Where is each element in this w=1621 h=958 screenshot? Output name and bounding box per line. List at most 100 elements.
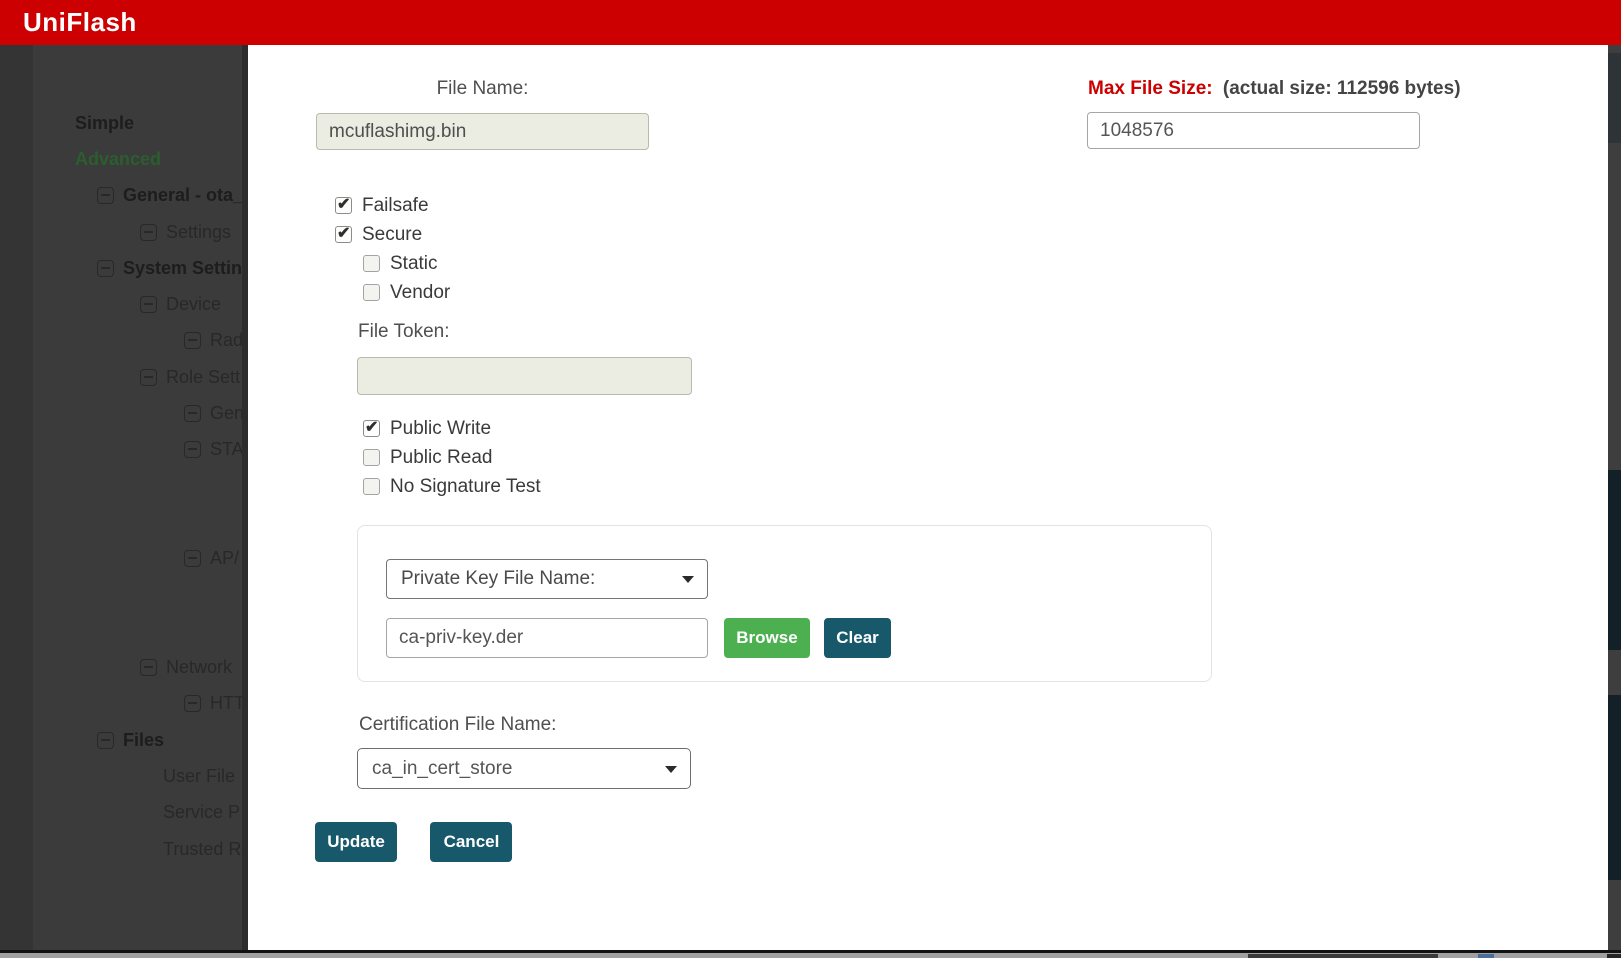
sidebar-item-label: Gen: [210, 403, 245, 424]
checkbox-row[interactable]: No Signature Test: [363, 472, 541, 501]
sidebar-item-label: Settings: [166, 221, 232, 242]
sidebar-item[interactable]: Network: [0, 649, 242, 685]
collapse-minus-icon[interactable]: [140, 659, 157, 677]
checkbox-row[interactable]: Secure: [335, 220, 450, 249]
collapse-minus-icon[interactable]: [97, 731, 114, 749]
max-file-size-group: Max File Size: (actual size: 112596 byte…: [1087, 78, 1507, 149]
checkbox[interactable]: [363, 417, 380, 437]
checkbox[interactable]: [335, 223, 352, 243]
sidebar-item[interactable]: General - ota_: [0, 178, 242, 214]
flags-checkbox-group: Failsafe Secure Static Vendor: [335, 191, 450, 307]
uniflash-app: UniFlash Simple Advanced General - ota_: [0, 0, 1621, 958]
sidebar-item-label: Role Sett: [166, 366, 241, 387]
sidebar-item[interactable]: Gen: [0, 395, 242, 431]
file-token-input: [357, 357, 692, 395]
update-button[interactable]: Update: [315, 822, 397, 862]
browse-button[interactable]: Browse: [724, 618, 810, 658]
checkbox-row[interactable]: Vendor: [363, 278, 450, 307]
dropdown-arrow-icon: [682, 576, 694, 583]
background-right-strip: [1608, 45, 1621, 950]
sidebar-item[interactable]: Files: [0, 722, 242, 758]
sidebar-item-label: Files: [123, 729, 165, 750]
app-stage: Simple Advanced General - ota_ Settings …: [0, 45, 1621, 950]
private-key-file-input[interactable]: [386, 618, 708, 658]
sidebar-item-label: Rad: [210, 330, 244, 351]
checkbox-label: Secure: [362, 223, 423, 245]
checkbox-row[interactable]: Failsafe: [335, 191, 450, 220]
certification-file-select[interactable]: ca_in_cert_store: [357, 748, 691, 789]
cancel-button[interactable]: Cancel: [430, 822, 513, 862]
sidebar-nav: Simple Advanced General - ota_ Settings …: [0, 45, 248, 950]
sidebar-item-label: Simple: [75, 112, 135, 133]
sidebar-item[interactable]: STA: [0, 432, 242, 468]
certification-file-value: ca_in_cert_store: [372, 757, 513, 779]
background-fragment: [1608, 695, 1621, 880]
navigation-tree: Simple Advanced General - ota_ Settings …: [0, 45, 242, 867]
checkbox-label: Failsafe: [362, 194, 429, 216]
checkbox-row[interactable]: Static: [363, 249, 450, 278]
collapse-minus-icon[interactable]: [184, 405, 201, 423]
checkbox[interactable]: [363, 255, 380, 272]
clear-button[interactable]: Clear: [824, 618, 891, 658]
signature-key-section: Private Key File Name: Browse Clear: [357, 525, 1212, 682]
sidebar-item-label: Advanced: [75, 148, 162, 169]
checkbox-row[interactable]: Public Read: [363, 443, 541, 472]
collapse-minus-icon[interactable]: [97, 259, 114, 277]
max-file-size-label: Max File Size:: [1088, 78, 1213, 99]
sidebar-item[interactable]: HTT: [0, 686, 242, 722]
access-checkbox-group: Public Write Public Read No Signature Te…: [363, 414, 541, 501]
file-name-label: File Name:: [436, 78, 529, 99]
sidebar-item[interactable]: Service P: [0, 795, 242, 831]
sidebar-item[interactable]: AP/: [0, 541, 242, 577]
sidebar-item[interactable]: Device: [0, 286, 242, 322]
app-header: UniFlash: [0, 0, 1621, 45]
checkbox[interactable]: [363, 449, 380, 466]
sidebar-item-label: HTT: [210, 693, 245, 714]
collapse-minus-icon[interactable]: [184, 695, 201, 713]
sidebar-item-label: Device: [166, 294, 222, 315]
dropdown-arrow-icon: [665, 765, 677, 773]
collapse-minus-icon[interactable]: [140, 296, 157, 314]
sidebar-item[interactable]: Rad: [0, 323, 242, 359]
certification-file-label: Certification File Name:: [359, 714, 557, 735]
file-token-label: File Token:: [358, 321, 450, 342]
collapse-minus-icon[interactable]: [140, 223, 157, 241]
sidebar-item[interactable]: User File: [0, 758, 242, 794]
file-name-group: File Name:: [316, 78, 649, 150]
sidebar-item[interactable]: Role Sett: [0, 359, 242, 395]
checkbox[interactable]: [363, 284, 380, 301]
bottom-edge-artifact: [1248, 954, 1438, 958]
app-title: UniFlash: [23, 7, 137, 37]
checkbox-row[interactable]: Public Write: [363, 414, 541, 443]
file-name-input: [316, 113, 649, 150]
collapse-minus-icon[interactable]: [184, 441, 201, 459]
checkbox[interactable]: [363, 478, 380, 495]
checkbox[interactable]: [335, 194, 352, 214]
sidebar-item[interactable]: Settings: [0, 214, 242, 250]
sidebar-item[interactable]: Advanced: [0, 141, 242, 177]
bottom-edge-artifact: [1478, 954, 1494, 958]
sidebar-item-label: System Settin: [123, 257, 243, 278]
collapse-minus-icon[interactable]: [97, 187, 114, 205]
certification-file-group: Certification File Name: ca_in_cert_stor…: [357, 714, 691, 789]
sidebar-item[interactable]: System Settin: [0, 250, 242, 286]
collapse-minus-icon[interactable]: [184, 332, 201, 350]
actual-size-note: (actual size: 112596 bytes): [1222, 78, 1461, 99]
dialog-actions: Update Cancel: [315, 822, 513, 862]
collapse-minus-icon[interactable]: [184, 550, 201, 568]
private-key-type-select[interactable]: Private Key File Name:: [386, 559, 708, 599]
collapse-minus-icon[interactable]: [140, 368, 157, 386]
background-fragment: [1608, 470, 1621, 650]
sidebar-item-label: Service P: [163, 802, 241, 823]
private-key-type-value: Private Key File Name:: [401, 568, 596, 589]
bottom-edge-artifact: [1607, 954, 1621, 958]
sidebar-item[interactable]: Trusted R: [0, 831, 242, 867]
checkbox-label: Vendor: [390, 281, 451, 303]
checkbox-label: No Signature Test: [390, 475, 541, 497]
file-token-group: File Token:: [357, 321, 692, 395]
max-file-size-label-row: Max File Size: (actual size: 112596 byte…: [1088, 78, 1507, 100]
max-file-size-input[interactable]: [1087, 112, 1420, 149]
sidebar-item-label: User File: [163, 765, 236, 786]
sidebar-item[interactable]: Simple: [0, 105, 242, 141]
sidebar-item-label: Trusted R: [163, 838, 242, 859]
